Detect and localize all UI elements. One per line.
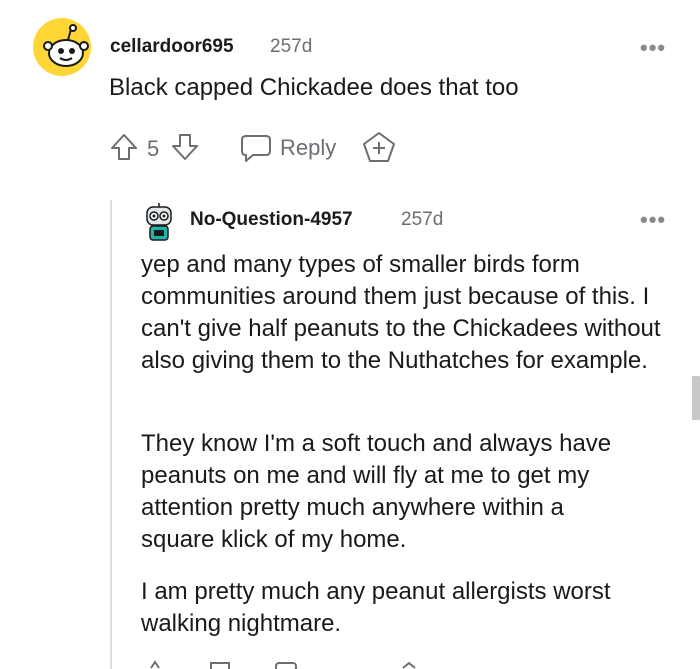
avatar[interactable] — [32, 17, 92, 77]
comment-age: 257d — [270, 36, 313, 57]
award-plus-icon — [363, 132, 395, 162]
reply-more-button[interactable]: ••• — [640, 207, 666, 233]
reply-paragraph: I am pretty much any peanut allergists w… — [141, 578, 611, 637]
reply-username[interactable]: No-Question-4957 — [190, 209, 353, 231]
upvote-button[interactable] — [108, 131, 140, 163]
thread-line[interactable] — [110, 200, 112, 669]
reply-label: Reply — [280, 135, 337, 160]
reply-paragraph: yep and many types of smaller birds form… — [141, 251, 661, 374]
comment-more-button[interactable]: ••• — [640, 35, 666, 61]
vote-count: 5 — [147, 136, 160, 161]
comment-text: Black capped Chickadee does that too — [109, 74, 519, 101]
reply-paragraph: They know I'm a soft touch and always ha… — [141, 430, 612, 553]
reply-action-bar — [141, 660, 441, 669]
downvote-button[interactable] — [169, 131, 201, 163]
snoo-avatar-icon — [33, 18, 91, 76]
action-icons-partial — [150, 660, 416, 669]
reply-age: 257d — [401, 209, 444, 230]
award-button[interactable] — [362, 131, 396, 163]
reply-avatar[interactable] — [141, 203, 177, 243]
speech-bubble-icon — [241, 135, 271, 162]
arrow-down-icon — [172, 134, 198, 160]
comment-username[interactable]: cellardoor695 — [110, 36, 234, 58]
scrollbar-thumb[interactable] — [692, 376, 700, 420]
arrow-up-icon — [111, 134, 137, 160]
robot-avatar-icon — [146, 203, 172, 241]
reply-button[interactable]: Reply — [240, 131, 350, 165]
